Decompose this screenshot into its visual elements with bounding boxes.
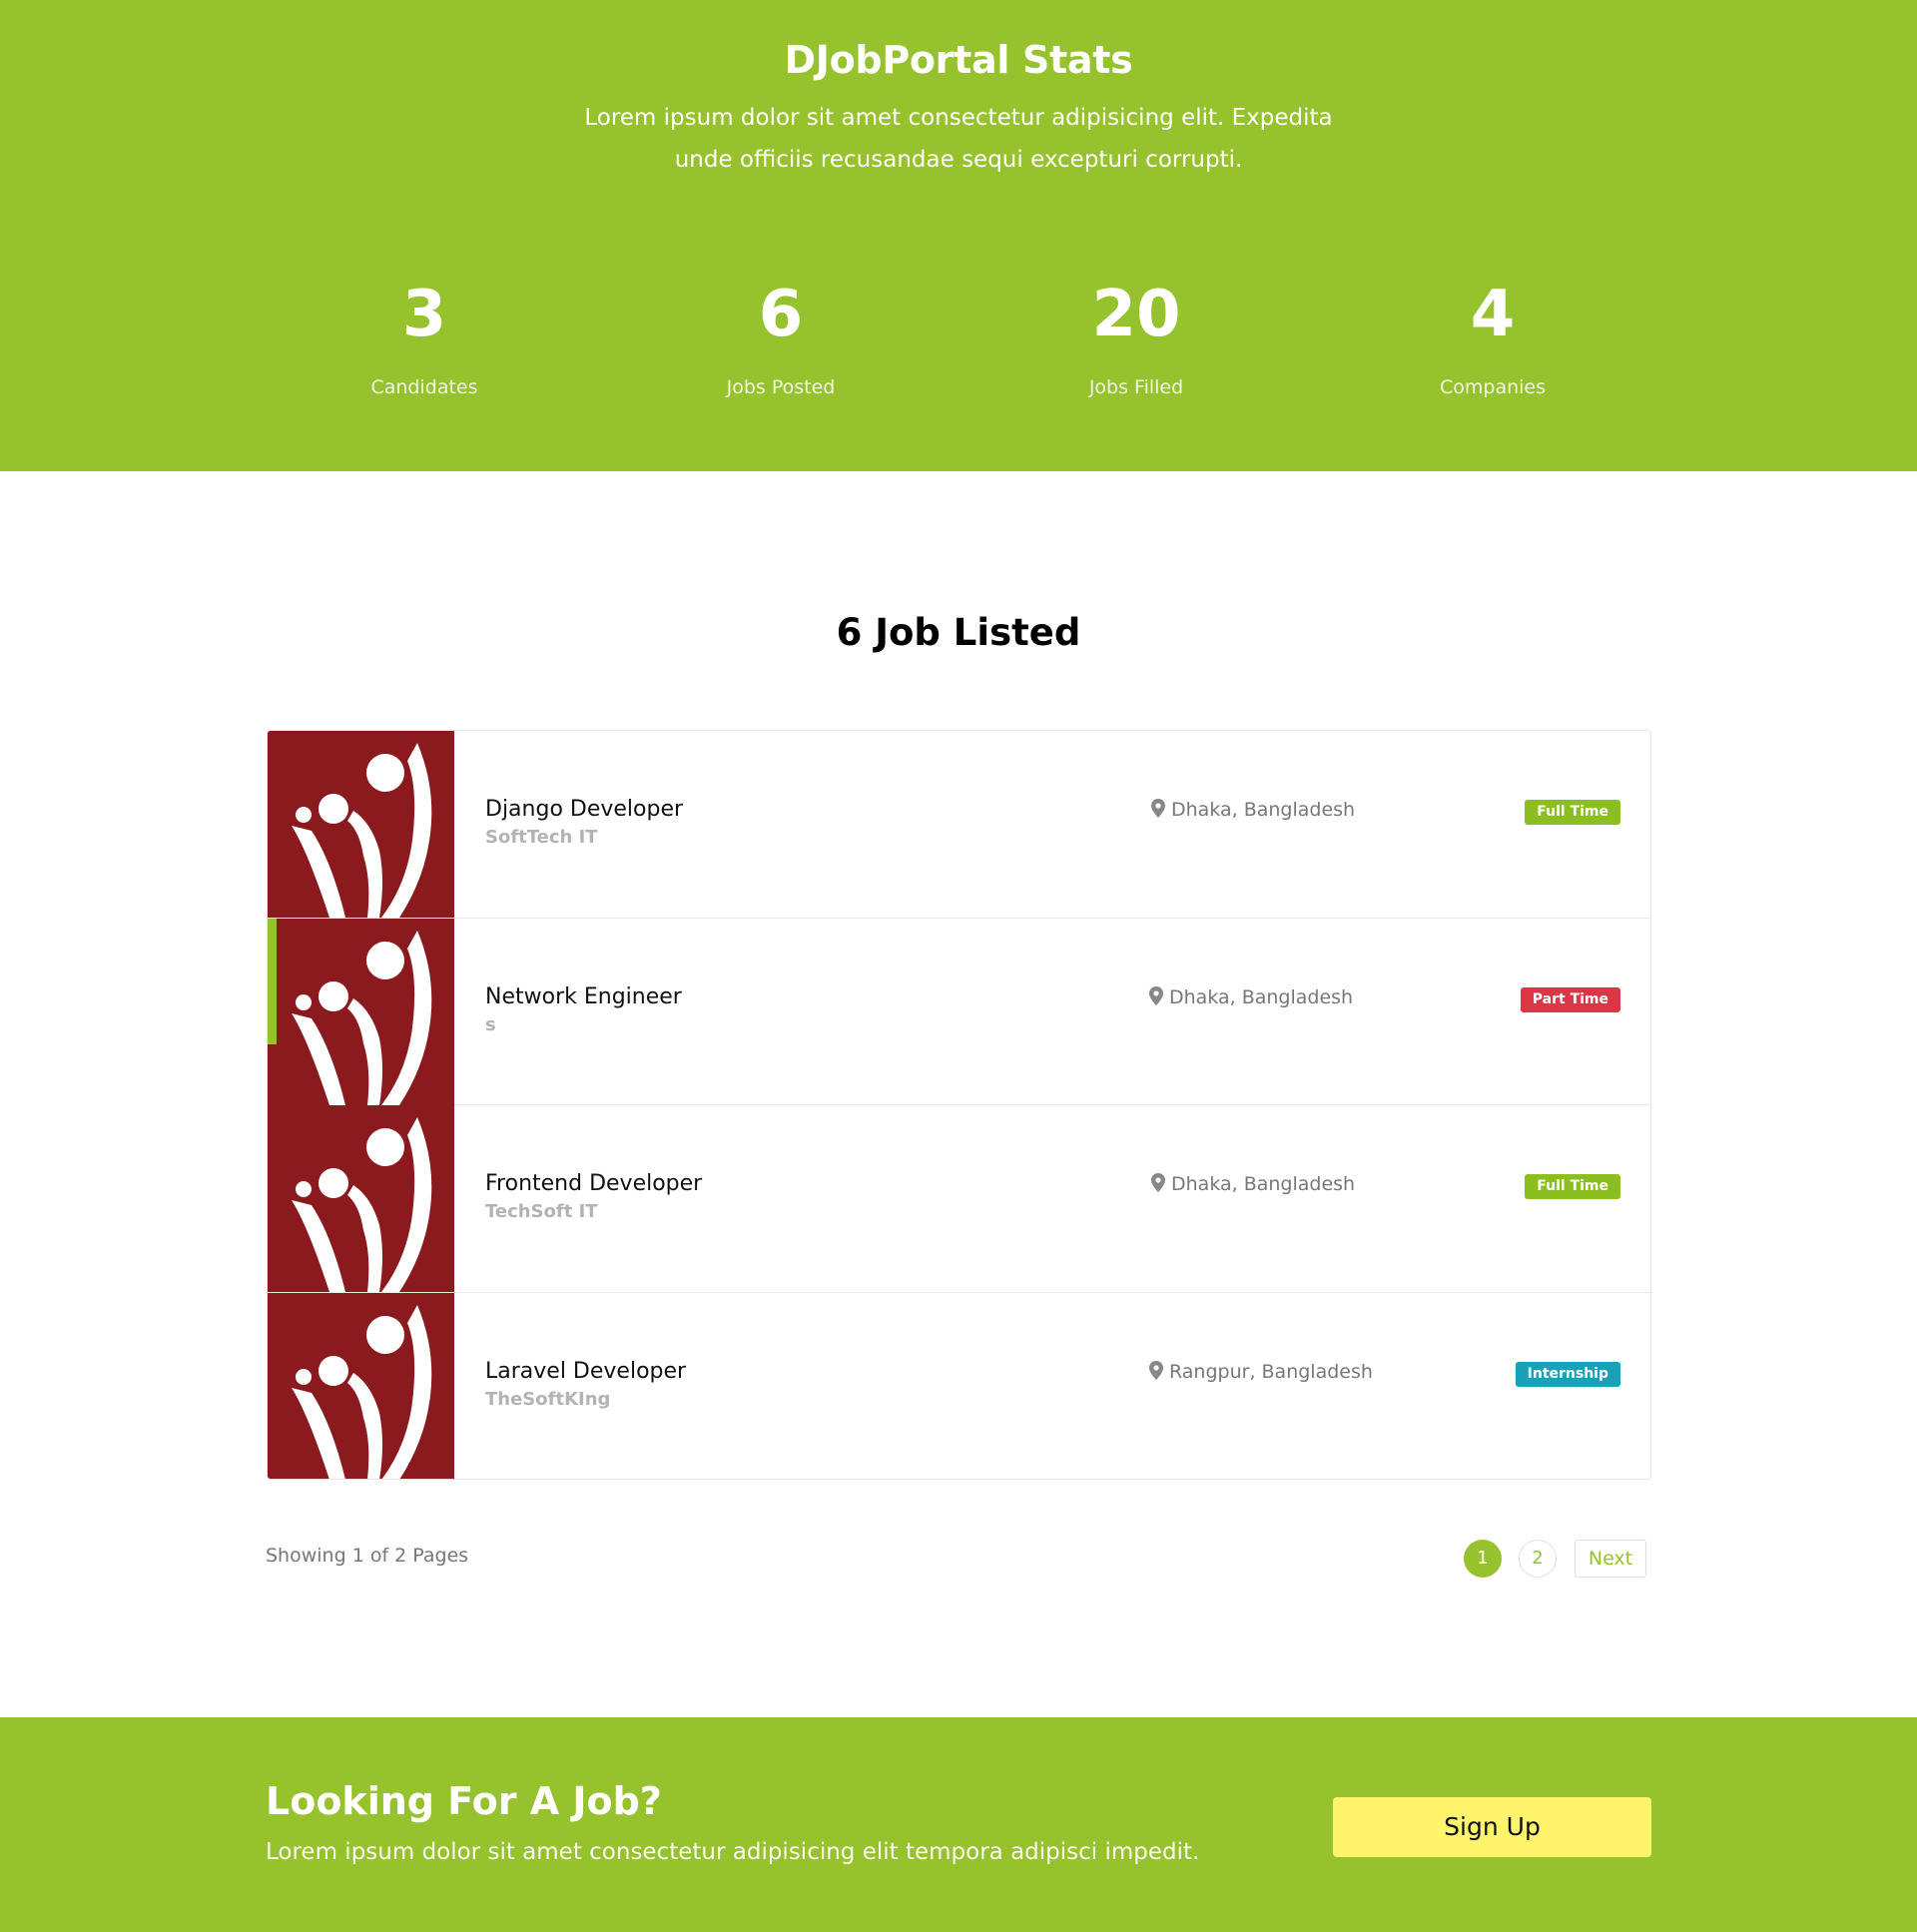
map-pin-icon (1149, 1360, 1163, 1380)
company-logo-icon (268, 918, 454, 1105)
map-pin-icon (1151, 799, 1165, 818)
stats-section: DJobPortal Stats Lorem ipsum dolor sit a… (0, 0, 1917, 471)
job-location-text: Dhaka, Bangladesh (1171, 1173, 1356, 1195)
job-location: Dhaka, Bangladesh (1151, 799, 1355, 821)
job-title[interactable]: Frontend Developer (485, 1171, 702, 1196)
job-row[interactable]: Network Engineer s Dhaka, Bangladesh Par… (268, 918, 1650, 1105)
job-list: Django Developer SoftTech IT Dhaka, Bang… (267, 730, 1651, 1480)
stats-title: DJobPortal Stats (784, 38, 1133, 82)
sign-up-button[interactable]: Sign Up (1333, 1797, 1651, 1857)
job-type-badge: Internship (1515, 1361, 1620, 1387)
job-location-text: Dhaka, Bangladesh (1171, 799, 1356, 821)
job-company: SoftTech IT (485, 827, 598, 848)
cta-description: Lorem ipsum dolor sit amet consectetur a… (266, 1839, 1200, 1865)
job-company: TechSoft IT (485, 1201, 598, 1222)
stat-jobs-posted: 6 Jobs Posted (631, 275, 931, 398)
job-title[interactable]: Django Developer (485, 797, 683, 822)
stat-jobs-filled: 20 Jobs Filled (986, 275, 1286, 398)
job-title[interactable]: Network Engineer (485, 984, 682, 1009)
job-location-text: Rangpur, Bangladesh (1169, 1360, 1373, 1383)
company-logo-icon (268, 1105, 454, 1292)
stat-label: Jobs Filled (1088, 376, 1184, 398)
job-row[interactable]: Frontend Developer TechSoft IT Dhaka, Ba… (268, 1105, 1650, 1293)
stats-description: Lorem ipsum dolor sit amet consectetur a… (584, 105, 1333, 173)
stat-value: 3 (401, 278, 447, 351)
stat-candidates: 3 Candidates (275, 275, 574, 398)
stat-label: Companies (1439, 376, 1546, 398)
stat-label: Candidates (370, 376, 478, 398)
job-location: Dhaka, Bangladesh (1151, 1173, 1355, 1195)
map-pin-icon (1149, 985, 1163, 1005)
company-logo-icon (268, 1292, 454, 1479)
page-2-button[interactable]: 2 (1519, 1540, 1557, 1578)
cta-section: Looking For A Job? Lorem ipsum dolor sit… (0, 1717, 1917, 1932)
job-list-heading: 6 Job Listed (836, 611, 1081, 654)
active-indicator (268, 918, 277, 1044)
job-company: s (485, 1013, 496, 1035)
page-1-button[interactable]: 1 (1464, 1540, 1502, 1578)
job-title[interactable]: Laravel Developer (485, 1359, 686, 1384)
stat-value: 20 (1091, 278, 1181, 351)
stat-value: 4 (1470, 278, 1516, 351)
job-type-badge: Part Time (1520, 986, 1620, 1012)
company-logo-icon (268, 731, 454, 918)
pagination-status: Showing 1 of 2 Pages (266, 1545, 469, 1567)
next-page-button[interactable]: Next (1575, 1540, 1646, 1578)
stat-label: Jobs Posted (726, 376, 836, 398)
job-type-badge: Full Time (1525, 800, 1620, 825)
map-pin-icon (1151, 1173, 1165, 1192)
job-location-text: Dhaka, Bangladesh (1169, 985, 1354, 1008)
job-location: Dhaka, Bangladesh (1149, 985, 1354, 1008)
job-location: Rangpur, Bangladesh (1149, 1360, 1373, 1383)
stat-companies: 4 Companies (1343, 275, 1642, 398)
job-row[interactable]: Laravel Developer TheSoftKIng Rangpur, B… (268, 1292, 1650, 1479)
job-row[interactable]: Django Developer SoftTech IT Dhaka, Bang… (268, 731, 1650, 919)
cta-title: Looking For A Job? (266, 1779, 662, 1823)
stat-value: 6 (758, 278, 804, 351)
job-company: TheSoftKIng (485, 1388, 611, 1410)
job-type-badge: Full Time (1525, 1174, 1620, 1199)
